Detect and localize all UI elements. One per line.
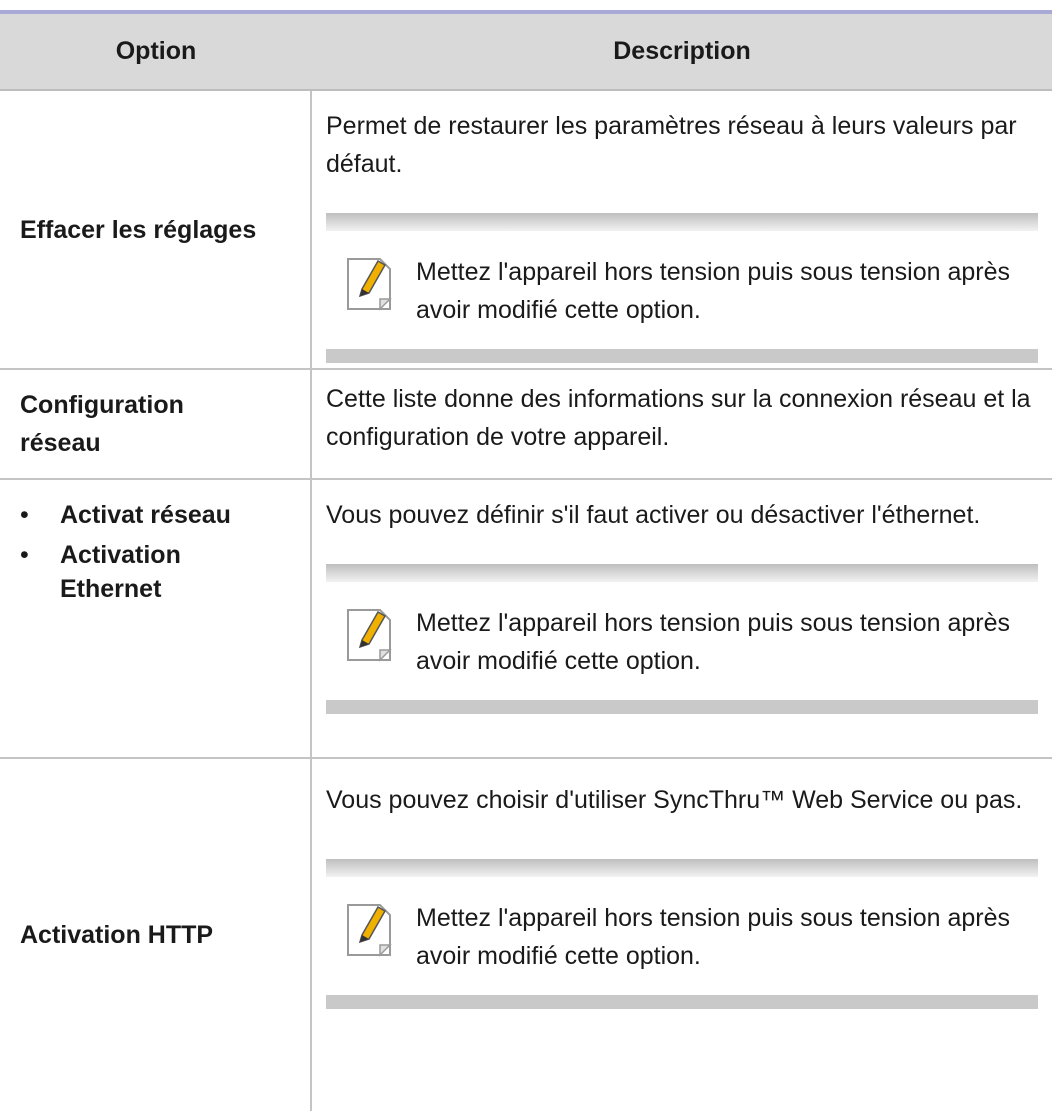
table-row: Effacer les réglages Permet de restaurer… bbox=[0, 91, 1052, 370]
option-cell: Effacer les réglages bbox=[0, 91, 312, 368]
header-description: Description bbox=[613, 37, 751, 65]
option-label: Effacer les réglages bbox=[20, 215, 257, 244]
option-label: Configuration réseau bbox=[20, 391, 184, 457]
option-cell: • Activat réseau • Activation Ethernet bbox=[0, 480, 312, 757]
note-body: Mettez l'appareil hors tension puis sous… bbox=[326, 231, 1038, 349]
description-cell: Cette liste donne des informations sur l… bbox=[312, 370, 1052, 478]
note-body: Mettez l'appareil hors tension puis sous… bbox=[326, 582, 1038, 700]
table-row: • Activat réseau • Activation Ethernet V… bbox=[0, 480, 1052, 759]
description-text: Permet de restaurer les paramètres résea… bbox=[326, 112, 1017, 178]
note-box: Mettez l'appareil hors tension puis sous… bbox=[326, 859, 1038, 1009]
description-text: Vous pouvez définir s'il faut activer ou… bbox=[326, 501, 981, 529]
note-pencil-icon bbox=[347, 609, 392, 662]
note-text: Mettez l'appareil hors tension puis sous… bbox=[416, 609, 1010, 675]
description-cell: Vous pouvez définir s'il faut activer ou… bbox=[312, 480, 1052, 757]
description-text: Vous pouvez choisir d'utiliser SyncThru™… bbox=[326, 786, 1023, 814]
description-cell: Vous pouvez choisir d'utiliser SyncThru™… bbox=[312, 759, 1052, 1111]
table-row: Activation HTTP Vous pouvez choisir d'ut… bbox=[0, 759, 1052, 1111]
option-label: Activation Ethernet bbox=[60, 541, 181, 603]
option-cell: Activation HTTP bbox=[0, 759, 312, 1111]
options-table: Option Description Effacer les réglages … bbox=[0, 10, 1052, 1111]
note-bottom-bar bbox=[326, 349, 1038, 363]
description-cell: Permet de restaurer les paramètres résea… bbox=[312, 91, 1052, 368]
note-top-bar bbox=[326, 564, 1038, 582]
note-text: Mettez l'appareil hors tension puis sous… bbox=[416, 904, 1010, 970]
bullet-icon: • bbox=[20, 501, 29, 529]
note-bottom-bar bbox=[326, 995, 1038, 1009]
note-box: Mettez l'appareil hors tension puis sous… bbox=[326, 213, 1038, 363]
option-label: Activation HTTP bbox=[20, 921, 214, 949]
option-label: Activat réseau bbox=[60, 501, 231, 529]
table-row: Configuration réseau Cette liste donne d… bbox=[0, 370, 1052, 480]
table-header: Option Description bbox=[0, 14, 1052, 91]
note-pencil-icon bbox=[347, 258, 392, 311]
option-bullet-list: • Activat réseau • Activation Ethernet bbox=[20, 498, 231, 612]
header-option: Option bbox=[115, 37, 197, 65]
option-cell: Configuration réseau bbox=[0, 370, 312, 478]
note-top-bar bbox=[326, 213, 1038, 231]
note-top-bar bbox=[326, 859, 1038, 877]
list-item: • Activat réseau bbox=[20, 498, 231, 532]
note-text: Mettez l'appareil hors tension puis sous… bbox=[416, 258, 1010, 324]
note-box: Mettez l'appareil hors tension puis sous… bbox=[326, 564, 1038, 714]
note-pencil-icon bbox=[347, 904, 392, 957]
note-body: Mettez l'appareil hors tension puis sous… bbox=[326, 877, 1038, 995]
bullet-icon: • bbox=[20, 541, 29, 569]
description-text: Cette liste donne des informations sur l… bbox=[326, 385, 1031, 451]
note-bottom-bar bbox=[326, 700, 1038, 714]
list-item: • Activation Ethernet bbox=[20, 538, 231, 606]
